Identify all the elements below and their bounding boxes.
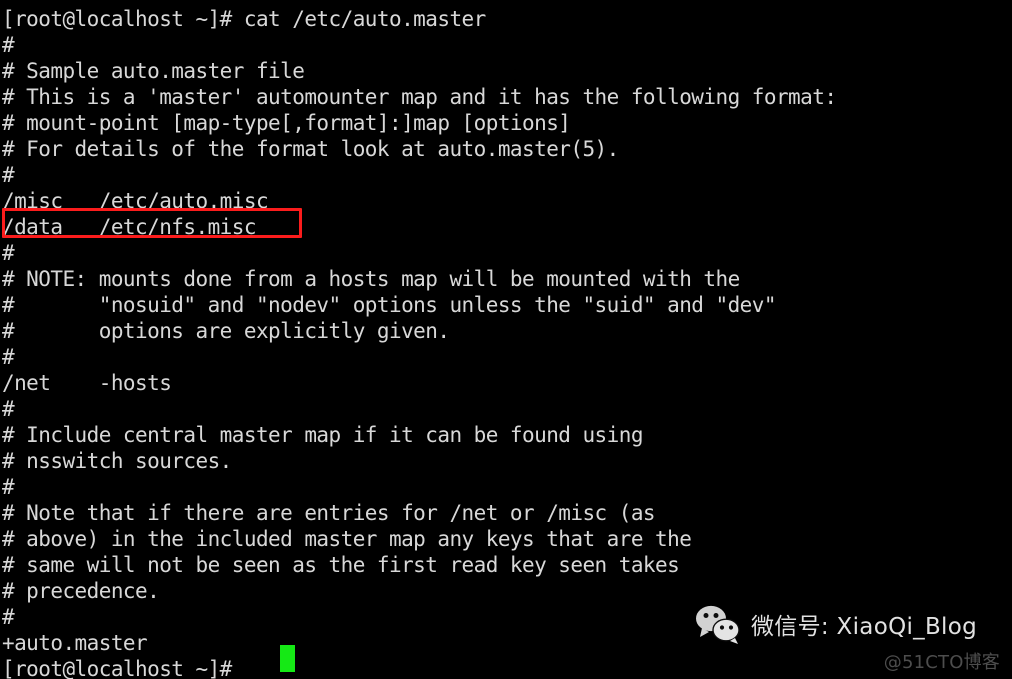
line-net: /net -hosts	[2, 371, 172, 395]
line-misc: /misc /etc/auto.misc	[2, 189, 269, 213]
line-nsswitch: # nsswitch sources.	[2, 449, 232, 473]
line-hash-5: #	[2, 397, 15, 421]
line-nosuid: # "nosuid" and "nodev" options unless th…	[2, 293, 777, 317]
line-options-explicit: # options are explicitly given.	[2, 319, 450, 343]
line-hash-6: #	[2, 475, 15, 499]
line-data: /data /etc/nfs.misc	[2, 215, 257, 239]
line-note-mounts: # NOTE: mounts done from a hosts map wil…	[2, 267, 740, 291]
line-precedence: # precedence.	[2, 579, 160, 603]
line-mount-point: # mount-point [map-type[,format]:]map [o…	[2, 111, 571, 135]
line-prompt-cat: [root@localhost ~]# cat /etc/auto.master	[2, 7, 486, 31]
terminal-window[interactable]: [root@localhost ~]# cat /etc/auto.master…	[0, 0, 1012, 679]
line-include-central: # Include central master map if it can b…	[2, 423, 643, 447]
site-credit-text: @51CTO博客	[883, 652, 1000, 673]
line-hash-2: #	[2, 163, 15, 187]
terminal-cursor	[280, 645, 295, 672]
line-this-is: # This is a 'master' automounter map and…	[2, 85, 837, 109]
wechat-handle-text: 微信号: XiaoQi_Blog	[751, 614, 978, 640]
line-for-details: # For details of the format look at auto…	[2, 137, 619, 161]
line-note-entries: # Note that if there are entries for /ne…	[2, 501, 656, 525]
line-sample: # Sample auto.master file	[2, 59, 305, 83]
line-hash-1: #	[2, 33, 15, 57]
line-same-will-not: # same will not be seen as the first rea…	[2, 553, 680, 577]
line-above-included: # above) in the included master map any …	[2, 527, 692, 551]
wechat-logo	[696, 605, 740, 644]
line-hash-3: #	[2, 241, 15, 265]
line-final-prompt: [root@localhost ~]#	[2, 657, 244, 679]
terminal-screen: [root@localhost ~]# cat /etc/auto.master…	[2, 0, 1012, 679]
watermark: 微信号: XiaoQi_Blog	[694, 604, 977, 644]
line-hash-4: #	[2, 345, 15, 369]
